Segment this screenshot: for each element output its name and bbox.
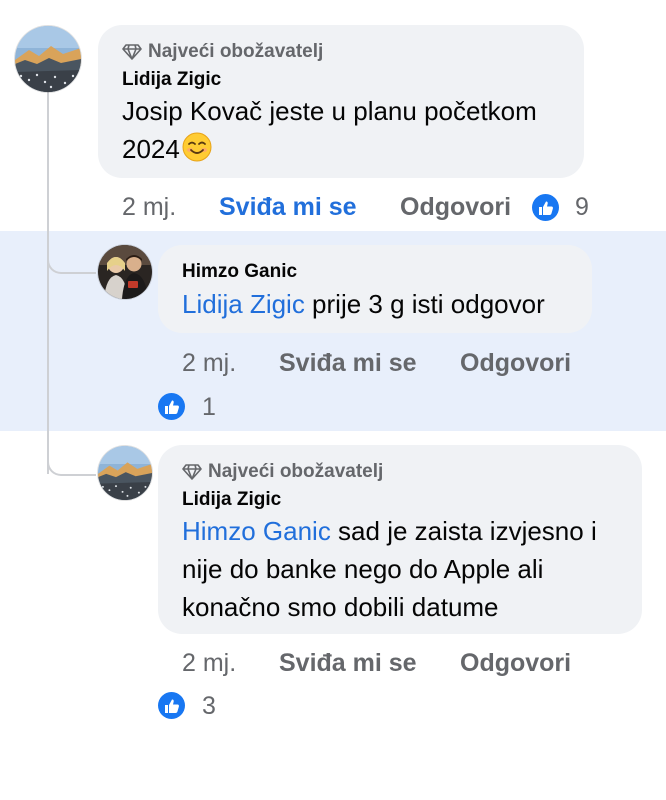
reply-time[interactable]: 2 mj. [182,649,236,678]
thread-line-branch-2 [47,460,96,476]
badge-label: Najveći obožavatelj [148,41,324,62]
like-button[interactable]: Sviđa mi se [279,349,417,378]
reply-text-body: prije 3 g isti odgovor [304,289,545,319]
top-fan-badge: Najveći obožavatelj [122,41,323,63]
comment-time[interactable]: 2 mj. [122,193,176,222]
reply-author[interactable]: Lidija Zigic [182,489,281,511]
like-reaction-icon[interactable] [532,194,559,221]
reply-text-line: nije do banke nego do Apple ali [182,554,544,584]
like-button[interactable]: Sviđa mi se [219,193,357,222]
diamond-icon [182,464,202,480]
avatar-lidija-zigic[interactable] [98,446,152,500]
comment-text-line: Josip Kovač jeste u planu početkom [122,96,537,126]
reply-button[interactable]: Odgovori [460,349,571,378]
reply-button[interactable]: Odgovori [460,649,571,678]
reply-text: Himzo Ganic sad je zaista izvjesno i nij… [182,512,638,626]
reaction-count[interactable]: 9 [575,193,589,222]
comment-text: Josip Kovač jeste u planu početkom 2024 [122,92,582,172]
badge-label: Najveći obožavatelj [208,461,384,482]
comment-author[interactable]: Lidija Zigic [122,69,221,91]
like-reaction-icon[interactable] [158,692,185,719]
avatar-lidija-zigic[interactable] [15,26,81,92]
reply-text: Lidija Zigic prije 3 g isti odgovor [182,285,545,323]
reply-bubble: Najveći obožavatelj Lidija Zigic Himzo G… [158,445,642,634]
like-button[interactable]: Sviđa mi se [279,649,417,678]
reaction-count[interactable]: 3 [202,692,216,721]
comment-text-line: 2024 [122,130,582,172]
reply-author[interactable]: Himzo Ganic [182,261,297,283]
reply-text-line: sad je zaista izvjesno i [330,516,597,546]
diamond-icon [122,44,142,60]
comment-bubble: Najveći obožavatelj Lidija Zigic Josip K… [98,25,584,178]
avatar-himzo-ganic[interactable] [98,245,152,299]
reaction-count[interactable]: 1 [202,393,216,422]
mention-link[interactable]: Lidija Zigic [182,289,305,319]
smiling-face-emoji [182,132,212,172]
mention-link[interactable]: Himzo Ganic [182,516,331,546]
thread-line-branch-1 [47,260,96,274]
reply-bubble: Himzo Ganic Lidija Zigic prije 3 g isti … [158,245,592,333]
reply-time[interactable]: 2 mj. [182,349,236,378]
like-reaction-icon[interactable] [158,393,185,420]
reply-button[interactable]: Odgovori [400,193,511,222]
thread-line-vertical [47,92,49,474]
top-fan-badge: Najveći obožavatelj [182,461,383,483]
comment-text-year: 2024 [122,134,180,164]
reply-text-line: konačno smo dobili datume [182,592,499,622]
